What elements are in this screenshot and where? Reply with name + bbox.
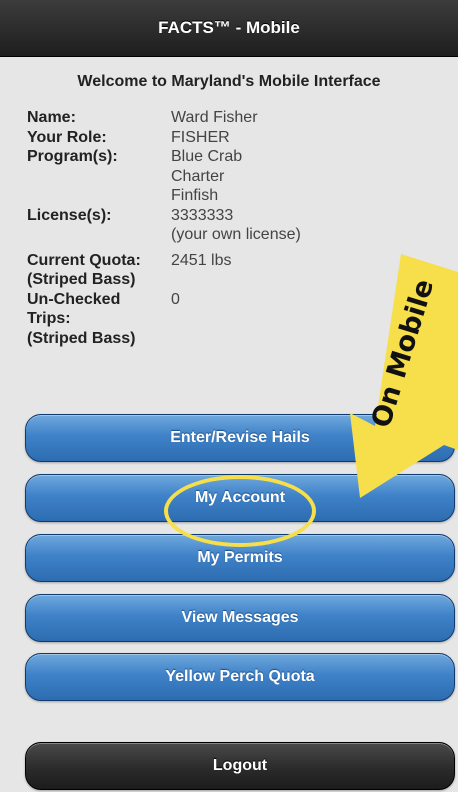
quota-label-line: (Striped Bass) [27, 271, 136, 288]
programs-list: Blue Crab Charter Finfish [171, 147, 242, 206]
quota-row: Current Quota: (Striped Bass) 2451 lbs [27, 251, 447, 290]
welcome-heading: Welcome to Maryland's Mobile Interface [77, 73, 381, 90]
unchecked-label: Un-Checked Trips: (Striped Bass) [27, 290, 171, 349]
license-note: (your own license) [171, 226, 301, 243]
unchecked-value: 0 [171, 290, 180, 308]
license-number: 3333333 [171, 206, 234, 224]
view-messages-button[interactable]: View Messages [25, 594, 455, 642]
quota-value: 2451 lbs [171, 251, 232, 269]
my-permits-button[interactable]: My Permits [25, 534, 455, 582]
quota-label: Current Quota: (Striped Bass) [27, 251, 171, 290]
unchecked-row: Un-Checked Trips: (Striped Bass) 0 [27, 290, 447, 349]
profile-info: Name: Ward Fisher Your Role: FISHER Prog… [27, 108, 447, 348]
logout-button[interactable]: Logout [25, 742, 455, 790]
role-value: FISHER [171, 128, 230, 146]
program-item: Blue Crab [171, 148, 243, 165]
name-value: Ward Fisher [171, 109, 258, 126]
name-label: Name: [27, 109, 76, 126]
quota-label-line: Current Quota: [27, 251, 141, 269]
name-row: Name: Ward Fisher [27, 108, 447, 128]
app-title: FACTS™ - Mobile [158, 18, 300, 37]
program-item: Finfish [171, 187, 219, 204]
license-label: License(s): [27, 206, 112, 224]
programs-row: Program(s): Blue Crab Charter Finfish [27, 147, 447, 206]
app-header: FACTS™ - Mobile [0, 0, 458, 57]
my-account-button[interactable]: My Account [25, 474, 455, 522]
license-value-group: 3333333 (your own license) [171, 206, 301, 245]
yellow-perch-quota-button[interactable]: Yellow Perch Quota [25, 653, 455, 701]
unchecked-label-line: Trips: [27, 310, 71, 327]
programs-label: Program(s): [27, 148, 118, 165]
unchecked-label-line: Un-Checked [27, 290, 121, 308]
license-row: License(s): 3333333 (your own license) [27, 206, 447, 245]
program-item: Charter [171, 167, 225, 185]
role-label: Your Role: [27, 128, 107, 146]
unchecked-label-line: (Striped Bass) [27, 329, 136, 347]
role-row: Your Role: FISHER [27, 128, 447, 148]
